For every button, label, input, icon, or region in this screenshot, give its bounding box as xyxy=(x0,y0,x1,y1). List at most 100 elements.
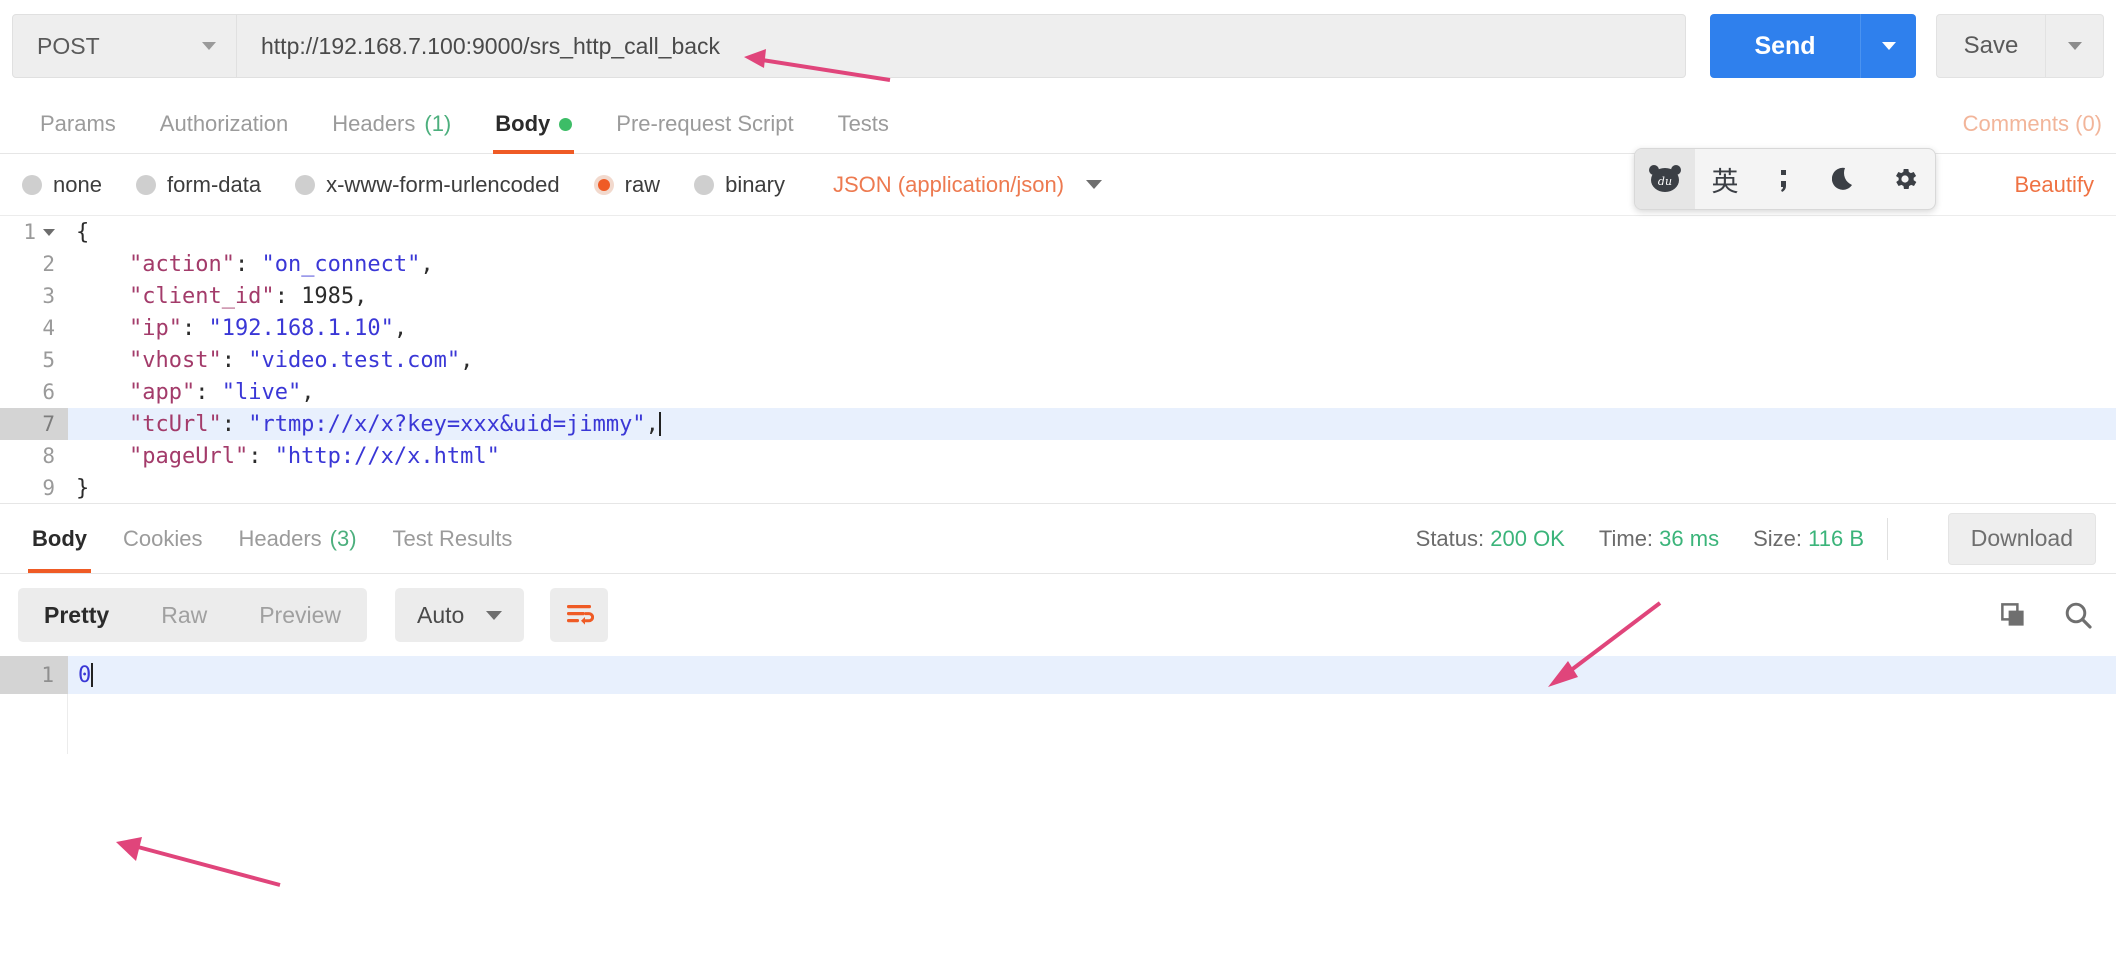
request-tab-params[interactable]: Params xyxy=(18,111,138,153)
response-body-value: 0 xyxy=(78,662,94,688)
request-url-input[interactable] xyxy=(237,14,1686,78)
body-type-none[interactable]: none xyxy=(22,172,102,198)
response-tab-body[interactable]: Body xyxy=(14,504,105,573)
request-tab-bar: Comments (0) Params Authorization Headers (… xyxy=(0,92,2116,154)
request-tab-pre-request-script[interactable]: Pre-request Script xyxy=(594,111,815,153)
response-tab-label: Cookies xyxy=(123,525,203,551)
line-number-label: 7 xyxy=(42,412,55,436)
code-line: 7 "tcUrl": "rtmp://x/x?key=xxx&uid=jimmy… xyxy=(0,408,2116,440)
line-number: 2 xyxy=(0,248,68,280)
code-token: "ip" xyxy=(76,315,182,341)
meta-divider xyxy=(1887,518,1888,560)
code-token: 1985 xyxy=(301,283,355,309)
response-tab-test-results[interactable]: Test Results xyxy=(375,504,531,573)
code-text: "action": "on_connect", xyxy=(68,252,434,277)
content-type-select[interactable]: JSON (application/json) xyxy=(833,172,1103,198)
request-tab-label: Tests xyxy=(837,111,889,136)
response-body-filler xyxy=(0,694,2116,754)
response-tab-headers[interactable]: Headers (3) xyxy=(220,504,374,573)
code-token: : xyxy=(181,315,209,341)
chevron-down-icon xyxy=(486,610,503,620)
body-present-indicator-icon xyxy=(559,117,573,131)
request-tab-headers[interactable]: Headers (1) xyxy=(310,111,473,153)
time-group: Time: 36 ms xyxy=(1599,526,1719,552)
response-body[interactable]: 1 0 xyxy=(0,656,2116,754)
code-text: } xyxy=(68,476,89,501)
ime-punctuation-button[interactable] xyxy=(1755,149,1815,209)
code-token: "live" xyxy=(221,379,302,405)
response-tab-label: Headers xyxy=(238,525,322,551)
download-button[interactable]: Download xyxy=(1947,512,2096,565)
beautify-button[interactable]: Beautify xyxy=(2015,172,2095,198)
code-line: 4 "ip": "192.168.1.10", xyxy=(0,312,2116,344)
baidu-logo-icon[interactable]: du xyxy=(1635,149,1695,209)
save-button[interactable]: Save xyxy=(1936,14,2046,78)
code-line: 5 "vhost": "video.test.com", xyxy=(0,344,2116,376)
line-number: 8 xyxy=(0,440,68,472)
code-token: , xyxy=(460,347,474,373)
body-type-label: x-www-form-urlencoded xyxy=(326,171,560,197)
view-mode-raw[interactable]: Raw xyxy=(135,588,233,642)
response-tab-cookies[interactable]: Cookies xyxy=(105,504,220,573)
line-number-label: 6 xyxy=(42,380,55,404)
line-number-label: 2 xyxy=(42,252,55,276)
body-type-label: raw xyxy=(624,171,661,197)
code-token: : xyxy=(195,379,222,405)
radio-button-icon xyxy=(694,174,715,195)
send-options-button[interactable] xyxy=(1860,14,1916,78)
body-type-form-data[interactable]: form-data xyxy=(135,172,261,198)
request-tab-tests[interactable]: Tests xyxy=(816,111,911,153)
request-tab-authorization[interactable]: Authorization xyxy=(138,111,310,153)
response-action-icons xyxy=(1998,599,2094,631)
request-tab-label: Authorization xyxy=(159,111,289,136)
response-meta: Status: 200 OK Time: 36 ms Size: 116 B xyxy=(1416,526,1864,552)
code-token: "client_id" xyxy=(76,283,275,309)
code-line: 6 "app": "live", xyxy=(0,376,2116,408)
chevron-down-icon xyxy=(1086,180,1103,189)
line-number-label: 3 xyxy=(42,284,55,308)
body-type-x-www-form-urlencoded[interactable]: x-www-form-urlencoded xyxy=(295,172,560,198)
request-body-editor[interactable]: 1{2 "action": "on_connect", 3 "client_id"… xyxy=(0,216,2116,504)
line-number: 4 xyxy=(0,312,68,344)
view-mode-preview[interactable]: Preview xyxy=(233,588,367,642)
line-number-label: 1 xyxy=(23,220,36,244)
request-tab-body[interactable]: Body xyxy=(473,111,594,154)
code-token: "tcUrl" xyxy=(76,411,222,437)
wrap-lines-button[interactable] xyxy=(550,588,609,642)
body-type-raw[interactable]: raw xyxy=(593,171,661,198)
gear-icon xyxy=(1896,168,1917,190)
code-token: } xyxy=(76,475,90,501)
code-token: : xyxy=(221,347,249,373)
code-text: "ip": "192.168.1.10", xyxy=(68,316,407,341)
line-number-label: 5 xyxy=(42,348,55,372)
ime-moon-button[interactable] xyxy=(1815,149,1875,209)
code-token: : xyxy=(248,443,275,469)
ime-language-button[interactable]: 英 xyxy=(1695,149,1755,209)
search-button[interactable] xyxy=(2062,599,2094,631)
response-tab-count: (3) xyxy=(329,525,357,551)
view-mode-pretty[interactable]: Pretty xyxy=(18,588,135,642)
send-button[interactable]: Send xyxy=(1710,14,1860,78)
code-text: "app": "live", xyxy=(68,380,314,405)
save-options-button[interactable] xyxy=(2046,14,2104,78)
fold-arrow-icon[interactable] xyxy=(43,228,55,236)
annotation-arrow-response xyxy=(116,837,281,887)
status-group: Status: 200 OK xyxy=(1416,526,1565,552)
response-format-select[interactable]: Auto xyxy=(395,588,525,642)
svg-text:du: du xyxy=(1658,175,1672,188)
chevron-down-icon xyxy=(2067,42,2082,50)
copy-icon xyxy=(2001,603,2024,626)
chevron-down-icon xyxy=(1881,42,1896,50)
comments-link[interactable]: Comments (0) xyxy=(1963,111,2102,137)
copy-button[interactable] xyxy=(1998,600,2028,630)
body-type-binary[interactable]: binary xyxy=(694,172,785,198)
code-token: : xyxy=(234,251,262,277)
code-token: "vhost" xyxy=(76,347,222,373)
ime-settings-button[interactable] xyxy=(1875,149,1935,209)
code-text: "vhost": "video.test.com", xyxy=(68,348,473,373)
http-method-select[interactable]: POST xyxy=(12,14,237,78)
code-token: "video.test.com" xyxy=(248,347,461,373)
chevron-down-icon xyxy=(202,42,216,50)
response-view-mode-group: Pretty Raw Preview xyxy=(18,588,368,642)
response-tab-bar: Body Cookies Headers (3) Test Results Status… xyxy=(0,504,2116,574)
